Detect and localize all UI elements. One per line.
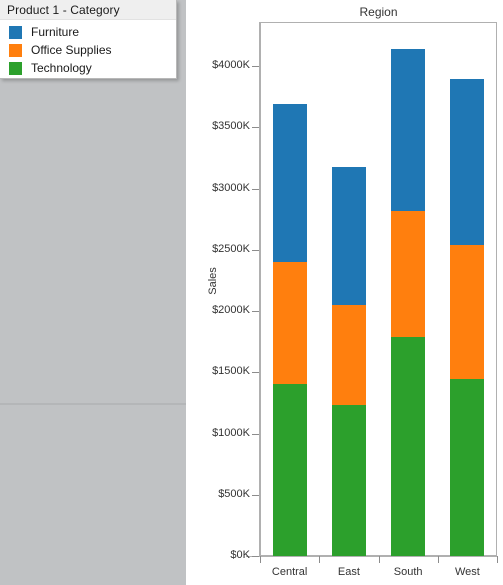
y-axis-tick-label: $3500K (212, 120, 250, 133)
y-axis-tick (252, 494, 259, 496)
legend-item-office-supplies[interactable]: Office Supplies (0, 41, 176, 59)
legend-title-bar[interactable]: Product 1 - Category (0, 0, 176, 20)
bar-segment[interactable] (331, 166, 366, 305)
y-axis-title: Sales (207, 267, 219, 295)
legend-title: Product 1 - Category (7, 2, 120, 17)
bar-segment[interactable] (391, 336, 426, 556)
y-axis-tick (252, 127, 259, 129)
legend-label-technology: Technology (31, 61, 92, 75)
y-axis-tick-label: $2000K (212, 304, 250, 316)
x-axis-tick (497, 556, 498, 563)
bar-segment[interactable] (272, 384, 307, 556)
y-axis-tick-label: $4000K (212, 59, 250, 71)
bar-segment[interactable] (391, 48, 426, 212)
x-axis-tick-label[interactable]: East (319, 566, 379, 578)
bar-group[interactable] (391, 22, 426, 556)
legend-swatch-furniture-icon (9, 25, 22, 39)
bar-group[interactable] (450, 22, 485, 556)
side-panel-lower-section[interactable] (0, 405, 186, 585)
legend-label-office-supplies: Office Supplies (31, 43, 112, 57)
bar-segment[interactable] (331, 404, 366, 556)
x-axis-tick-label[interactable]: West (437, 566, 497, 578)
bar-segment[interactable] (331, 304, 366, 405)
legend-item-furniture[interactable]: Furniture (0, 23, 176, 41)
app-root: Product 1 - Category Furniture Office Su… (0, 0, 503, 585)
bar-segment[interactable] (272, 262, 307, 384)
x-axis-tick-label[interactable]: South (378, 566, 438, 578)
worksheet-side-panel (0, 0, 186, 585)
y-axis-tick (252, 66, 259, 67)
bar-group[interactable] (331, 22, 366, 556)
y-axis-tick-label: $3000K (212, 181, 250, 194)
y-axis-tick (252, 249, 259, 251)
legend-label-furniture: Furniture (31, 25, 80, 39)
plot-surface (260, 22, 497, 556)
y-axis-tick-label: $0K (230, 549, 250, 561)
y-axis-tick-label: $1500K (212, 365, 250, 378)
chart-title: Region (359, 5, 398, 19)
legend-swatch-technology-icon (9, 61, 22, 75)
bar-segment[interactable] (450, 378, 485, 556)
x-axis-tick (437, 556, 439, 563)
x-axis-tick (260, 556, 261, 563)
y-axis-tick (252, 188, 259, 190)
y-axis-tick (252, 556, 259, 557)
bar-segment[interactable] (272, 103, 307, 262)
legend-item-list: Furniture Office Supplies Technology (0, 20, 176, 77)
bar-segment[interactable] (391, 211, 426, 337)
y-axis-tick (252, 311, 259, 312)
category-legend-card[interactable]: Product 1 - Category Furniture Office Su… (0, 0, 177, 79)
y-axis-tick-label: $500K (218, 487, 250, 500)
y-axis-tick-label: $2500K (212, 242, 250, 255)
chart-container: Region Sales $0K $500K $1000K $1500K $2000K $… (186, 0, 503, 585)
x-axis-tick-label[interactable]: Central (260, 566, 320, 578)
legend-swatch-office-supplies-icon (9, 43, 22, 57)
x-axis-tick (378, 556, 380, 563)
bar-segment[interactable] (450, 78, 485, 245)
bar-segment[interactable] (450, 244, 485, 379)
bar-group[interactable] (272, 22, 307, 556)
y-axis-tick (252, 433, 259, 435)
legend-item-technology[interactable]: Technology (0, 59, 176, 77)
y-axis-tick-label: $1000K (212, 426, 250, 439)
x-axis-tick (319, 556, 321, 563)
y-axis-tick (252, 372, 259, 374)
x-axis-line (246, 556, 497, 557)
